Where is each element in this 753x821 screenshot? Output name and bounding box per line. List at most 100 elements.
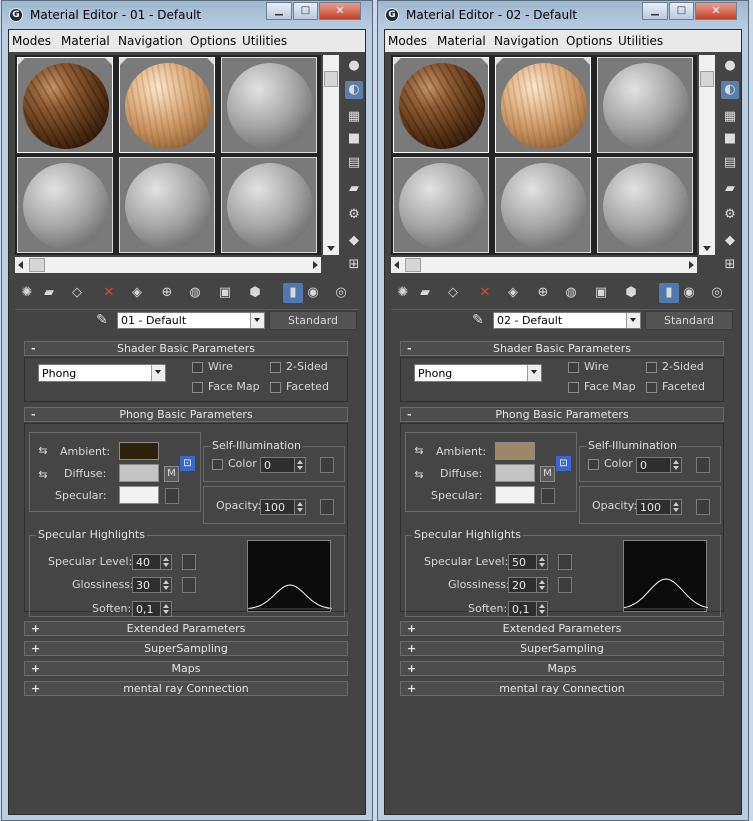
- rollout-header-phong-basic[interactable]: - Phong Basic Parameters: [24, 407, 348, 422]
- pick-material-eyedropper-icon[interactable]: ✎: [93, 311, 111, 329]
- put-to-scene-icon[interactable]: ▰: [39, 283, 59, 303]
- go-forward-to-sibling-icon[interactable]: ◎: [707, 283, 727, 303]
- show-map-in-viewport-icon[interactable]: ▣: [215, 283, 235, 303]
- ambient-color-swatch[interactable]: [495, 442, 535, 460]
- menu-utilities[interactable]: Utilities: [618, 34, 663, 48]
- put-to-library-icon[interactable]: ⊕: [533, 283, 553, 303]
- sample-type-sphere-icon[interactable]: ●: [721, 57, 739, 75]
- options-icon[interactable]: ⚙: [345, 206, 363, 224]
- menu-modes[interactable]: Modes: [388, 34, 427, 48]
- specular-level-spinner[interactable]: 40: [132, 554, 172, 570]
- sample-slot-5[interactable]: [119, 157, 215, 253]
- self-illum-spinner[interactable]: 0: [636, 457, 682, 473]
- soften-spinner[interactable]: 0,1: [508, 601, 548, 617]
- spinner-arrows-icon[interactable]: [160, 578, 171, 592]
- opacity-map-button[interactable]: [320, 499, 334, 515]
- show-end-result-icon[interactable]: ▮: [283, 283, 303, 303]
- faceted-checkbox[interactable]: [270, 382, 281, 393]
- make-unique-icon[interactable]: ◈: [127, 283, 147, 303]
- scroll-thumb[interactable]: [700, 71, 714, 87]
- sample-slot-5[interactable]: [495, 157, 591, 253]
- show-shaded-map-icon[interactable]: ⬢: [621, 283, 641, 303]
- material-id-channel-icon[interactable]: ◍: [561, 283, 581, 303]
- faceted-checkbox[interactable]: [646, 382, 657, 393]
- maximize-button[interactable]: □: [669, 2, 694, 20]
- maximize-button[interactable]: □: [293, 2, 318, 20]
- specular-level-map-button[interactable]: [182, 554, 196, 570]
- rollout-header-shader-basic[interactable]: - Shader Basic Parameters: [24, 341, 348, 356]
- self-illum-color-checkbox[interactable]: [588, 459, 599, 470]
- diffuse-color-swatch[interactable]: [119, 464, 159, 482]
- rollout-header-shader-basic[interactable]: - Shader Basic Parameters: [400, 341, 724, 356]
- specular-map-button[interactable]: [541, 488, 555, 504]
- chevron-down-icon[interactable]: [626, 313, 640, 328]
- rollout-header-supersampling[interactable]: + SuperSampling: [24, 641, 348, 656]
- close-button[interactable]: ✕: [695, 2, 737, 20]
- pick-material-eyedropper-icon[interactable]: ✎: [469, 311, 487, 329]
- two-sided-checkbox[interactable]: [646, 362, 657, 373]
- sample-slot-4[interactable]: [17, 157, 113, 253]
- scroll-right-arrow-icon[interactable]: [313, 261, 318, 269]
- chevron-down-icon[interactable]: [151, 365, 165, 381]
- opacity-spinner[interactable]: 100: [636, 499, 682, 515]
- rollout-header-phong-basic[interactable]: - Phong Basic Parameters: [400, 407, 724, 422]
- sample-slot-2[interactable]: [495, 57, 591, 153]
- material-type-button[interactable]: Standard: [269, 311, 357, 330]
- sample-slot-1[interactable]: [17, 57, 113, 153]
- get-material-icon[interactable]: ✺: [393, 283, 413, 303]
- lock-ambient-diffuse-icon[interactable]: ⇆: [36, 445, 50, 465]
- scroll-down-arrow-icon[interactable]: [327, 246, 335, 251]
- specular-map-button[interactable]: [165, 488, 179, 504]
- scroll-left-arrow-icon[interactable]: [394, 261, 399, 269]
- diffuse-map-button[interactable]: M: [540, 466, 555, 482]
- minimize-button[interactable]: ▁: [642, 2, 668, 20]
- spinner-arrows-icon[interactable]: [160, 602, 171, 616]
- spinner-arrows-icon[interactable]: [536, 578, 547, 592]
- spinner-arrows-icon[interactable]: [294, 458, 305, 472]
- sample-slot-3[interactable]: [221, 57, 317, 153]
- spinner-arrows-icon[interactable]: [160, 555, 171, 569]
- rollout-header-mental-ray-connection[interactable]: + mental ray Connection: [24, 681, 348, 696]
- show-shaded-map-icon[interactable]: ⬢: [245, 283, 265, 303]
- spinner-arrows-icon[interactable]: [536, 555, 547, 569]
- title-bar[interactable]: G Material Editor - 02 - Default ▁ □ ✕: [378, 1, 748, 29]
- backlight-icon[interactable]: ◐: [345, 81, 363, 99]
- material-name-field[interactable]: 01 - Default: [117, 312, 265, 329]
- reset-map-icon[interactable]: ✕: [99, 283, 119, 303]
- make-unique-icon[interactable]: ◈: [503, 283, 523, 303]
- material-navigator-icon[interactable]: ⊞: [721, 256, 739, 274]
- specular-color-swatch[interactable]: [119, 486, 159, 504]
- menu-options[interactable]: Options: [190, 34, 236, 48]
- self-illum-spinner[interactable]: 0: [260, 457, 306, 473]
- menu-options[interactable]: Options: [566, 34, 612, 48]
- assign-to-selection-icon[interactable]: ◇: [443, 283, 463, 303]
- sample-slot-1[interactable]: [393, 57, 489, 153]
- shader-type-select[interactable]: Phong: [38, 364, 166, 382]
- glossiness-map-button[interactable]: [558, 577, 572, 593]
- sample-slot-2[interactable]: [119, 57, 215, 153]
- slots-horizontal-scrollbar[interactable]: [15, 257, 321, 273]
- soften-spinner[interactable]: 0,1: [132, 601, 172, 617]
- menu-modes[interactable]: Modes: [12, 34, 51, 48]
- chevron-down-icon[interactable]: [527, 365, 541, 381]
- make-preview-icon[interactable]: ▰: [721, 180, 739, 198]
- specular-level-spinner[interactable]: 50: [508, 554, 548, 570]
- lock-ambient-diffuse-icon[interactable]: ⇆: [412, 445, 426, 465]
- scroll-thumb[interactable]: [29, 258, 45, 272]
- show-end-result-icon[interactable]: ▮: [659, 283, 679, 303]
- self-illum-map-button[interactable]: [320, 457, 334, 473]
- sample-slot-6[interactable]: [221, 157, 317, 253]
- menu-material[interactable]: Material: [437, 34, 486, 48]
- options-icon[interactable]: ⚙: [721, 206, 739, 224]
- background-checker-icon[interactable]: ▦: [345, 108, 363, 126]
- face-map-checkbox[interactable]: [568, 382, 579, 393]
- close-button[interactable]: ✕: [319, 2, 361, 20]
- sample-slot-6[interactable]: [597, 157, 693, 253]
- scroll-thumb[interactable]: [405, 258, 421, 272]
- sample-uv-tiling-icon[interactable]: ■: [345, 130, 363, 148]
- slots-horizontal-scrollbar[interactable]: [391, 257, 697, 273]
- select-by-material-icon[interactable]: ◆: [721, 232, 739, 250]
- spinner-arrows-icon[interactable]: [670, 500, 681, 514]
- backlight-icon[interactable]: ◐: [721, 81, 739, 99]
- put-to-scene-icon[interactable]: ▰: [415, 283, 435, 303]
